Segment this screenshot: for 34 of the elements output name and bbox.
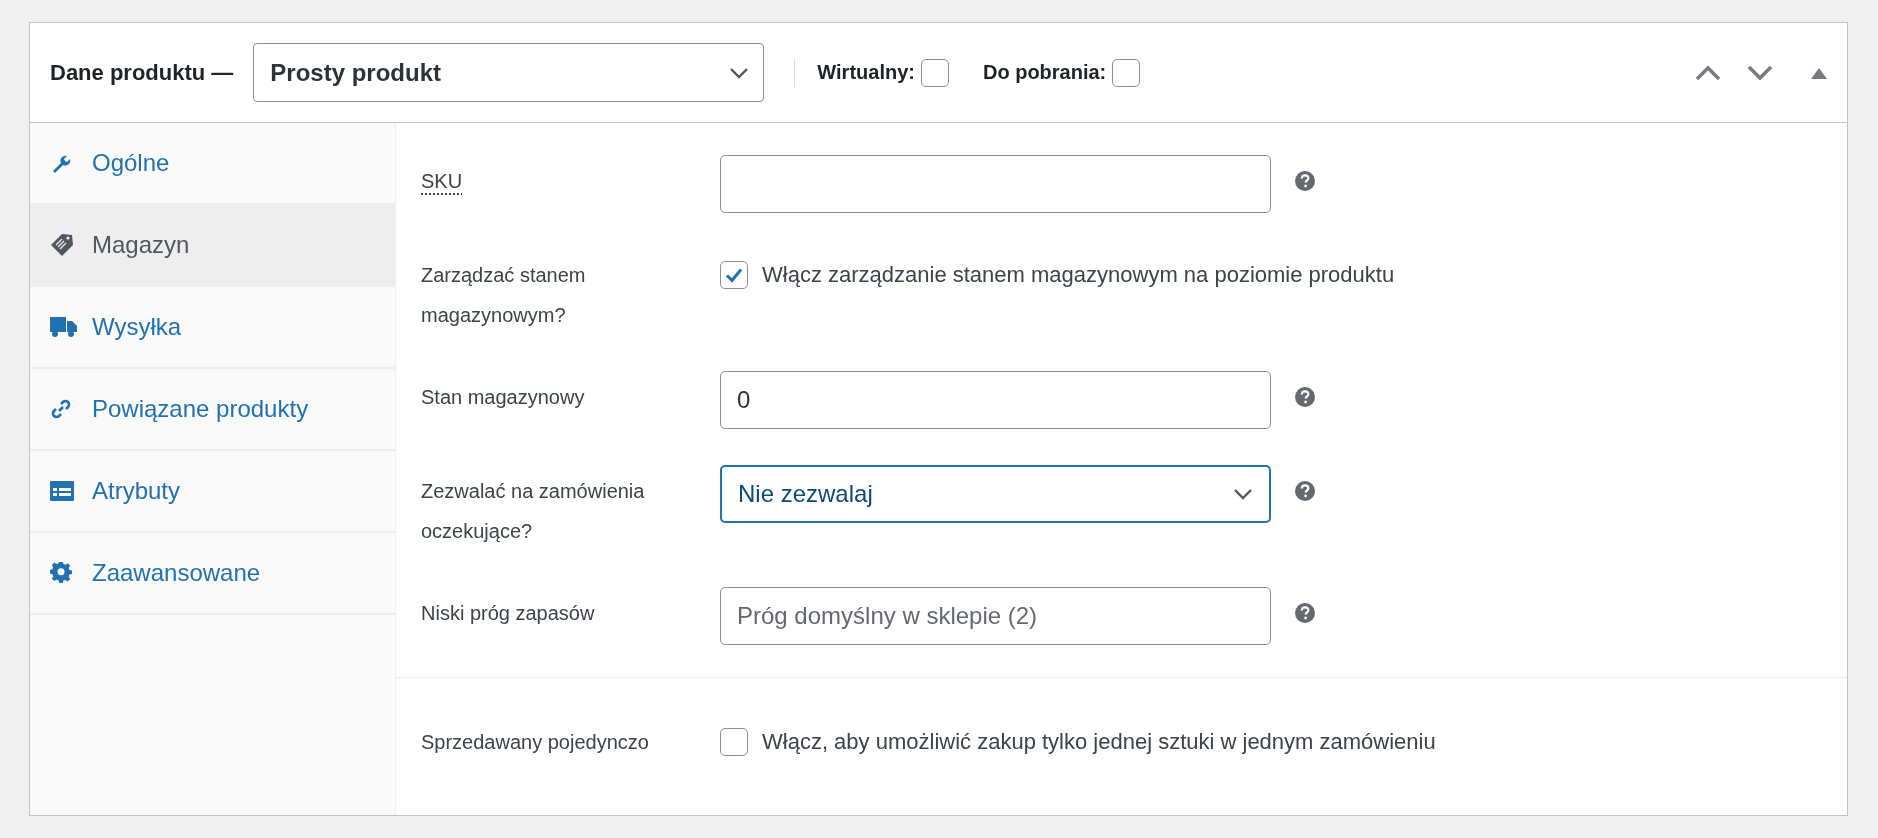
move-up-icon[interactable] bbox=[1695, 64, 1721, 81]
option-label: Do pobrania: bbox=[982, 61, 1107, 84]
field-label: Sprzedawany pojedynczo bbox=[421, 730, 650, 755]
field-label: Stan magazynowy bbox=[421, 385, 586, 410]
sidebar-tab[interactable]: Wysyłka bbox=[30, 287, 395, 369]
select-field[interactable]: Nie zezwalaj bbox=[720, 465, 1271, 523]
checkbox-label: Włącz, aby umożliwić zakup tylko jednej sztuki w jednym zamówieniu bbox=[762, 729, 1436, 755]
move-down-icon[interactable] bbox=[1747, 64, 1773, 81]
text-field[interactable]: 0 bbox=[720, 371, 1271, 429]
link-icon bbox=[50, 398, 72, 420]
checkbox[interactable] bbox=[920, 58, 949, 87]
checkbox[interactable] bbox=[1112, 58, 1141, 87]
field-label: Zezwalać na zamówienia oczekujące? bbox=[421, 479, 646, 544]
collapse-triangle-icon[interactable] bbox=[1811, 66, 1827, 79]
panel-title: Dane produktu — bbox=[50, 59, 234, 86]
text-field[interactable]: Próg domyślny w sklepie (2) bbox=[720, 587, 1271, 645]
sidebar-tab[interactable]: Zaawansowane bbox=[30, 533, 395, 615]
truck-icon bbox=[50, 316, 77, 338]
list-icon bbox=[50, 481, 74, 501]
field-label: Zarządzać stanem magazynowym? bbox=[421, 263, 587, 328]
chevron-down-icon bbox=[729, 66, 750, 79]
checkbox-label: Włącz zarządzanie stanem magazynowym na poziomie produktu bbox=[762, 262, 1395, 288]
sidebar-tab[interactable]: Atrybuty bbox=[30, 451, 395, 533]
field-label: Niski próg zapasów bbox=[421, 601, 596, 626]
product-type-select[interactable]: Prosty produkt bbox=[253, 43, 765, 102]
tag-icon bbox=[50, 233, 76, 257]
gear-icon bbox=[50, 562, 72, 584]
checkbox[interactable] bbox=[720, 261, 748, 289]
option-label: Wirtualny: bbox=[817, 61, 915, 84]
sidebar-tab[interactable]: Powiązane produkty bbox=[30, 369, 395, 451]
sidebar-tab[interactable]: Magazyn bbox=[30, 205, 395, 287]
field-label: SKU bbox=[421, 169, 464, 194]
chevron-down-icon bbox=[1233, 488, 1253, 500]
text-field[interactable] bbox=[720, 155, 1271, 213]
